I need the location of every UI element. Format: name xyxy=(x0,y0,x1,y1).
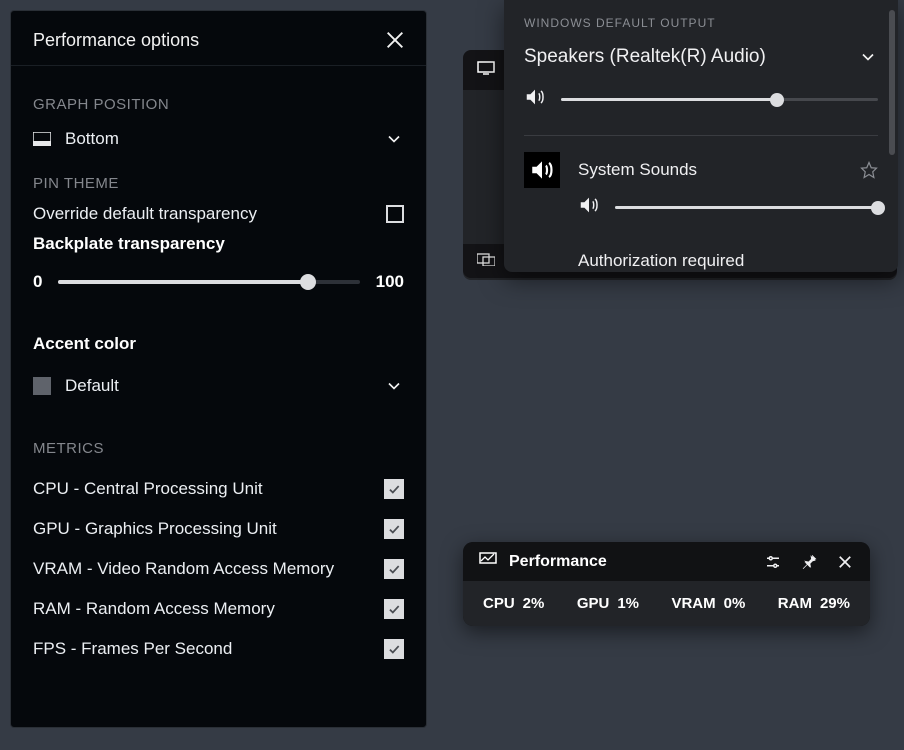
authorization-text: Authorization required xyxy=(524,221,878,271)
performance-icon xyxy=(479,552,497,571)
stat: RAM 29% xyxy=(778,595,850,612)
override-checkbox[interactable] xyxy=(386,205,404,223)
stat-label: VRAM xyxy=(671,595,715,612)
graph-position-value: Bottom xyxy=(65,129,119,149)
monitor-icon xyxy=(477,61,495,80)
stat-label: RAM xyxy=(778,595,812,612)
speaker-icon[interactable] xyxy=(524,86,546,113)
chevron-down-icon xyxy=(384,129,404,149)
color-swatch-icon xyxy=(33,377,51,395)
accent-color-value: Default xyxy=(65,376,119,396)
scrollbar[interactable] xyxy=(889,10,895,155)
perf-mini-title: Performance xyxy=(509,553,607,571)
system-sounds-icon xyxy=(524,152,560,188)
metric-label: RAM - Random Access Memory xyxy=(33,599,275,619)
app-volume-row xyxy=(524,194,878,221)
panel-body: GRAPH POSITION Bottom PIN THEME Override… xyxy=(11,66,426,669)
metric-row: CPU - Central Processing Unit xyxy=(33,469,404,509)
stat: VRAM 0% xyxy=(671,595,745,612)
chevron-down-icon xyxy=(858,47,878,67)
accent-color-dropdown[interactable]: Default xyxy=(33,372,404,400)
metrics-heading: METRICS xyxy=(33,440,404,457)
settings-sliders-icon[interactable] xyxy=(764,553,782,571)
graph-position-dropdown[interactable]: Bottom xyxy=(33,125,404,153)
stat-value: 0% xyxy=(724,595,746,612)
panel-header: Performance options xyxy=(11,11,426,66)
override-transparency-row: Override default transparency xyxy=(33,204,404,224)
metric-checkbox[interactable] xyxy=(384,479,404,499)
output-device-name: Speakers (Realtek(R) Audio) xyxy=(524,46,766,68)
perf-mini-header: Performance xyxy=(463,542,870,581)
chevron-down-icon xyxy=(384,376,404,396)
metric-checkbox[interactable] xyxy=(384,519,404,539)
stat-label: CPU xyxy=(483,595,515,612)
pin-theme-heading: PIN THEME xyxy=(33,175,404,192)
metric-checkbox[interactable] xyxy=(384,599,404,619)
accent-color-label: Accent color xyxy=(33,334,404,354)
app-volume-slider[interactable] xyxy=(615,206,878,209)
metric-label: FPS - Frames Per Second xyxy=(33,639,232,659)
graph-position-heading: GRAPH POSITION xyxy=(33,96,404,113)
metric-checkbox[interactable] xyxy=(384,559,404,579)
slider-max: 100 xyxy=(376,272,404,292)
metric-row: RAM - Random Access Memory xyxy=(33,589,404,629)
close-icon[interactable] xyxy=(384,29,406,51)
divider xyxy=(524,135,878,136)
stat-value: 29% xyxy=(820,595,850,612)
pin-icon[interactable] xyxy=(800,553,818,571)
backplate-slider[interactable] xyxy=(58,280,359,284)
metric-label: GPU - Graphics Processing Unit xyxy=(33,519,277,539)
app-sound-name: System Sounds xyxy=(578,160,697,180)
slider-thumb[interactable] xyxy=(300,274,316,290)
master-volume-slider[interactable] xyxy=(561,98,878,101)
stat-value: 1% xyxy=(617,595,639,612)
metric-row: FPS - Frames Per Second xyxy=(33,629,404,669)
audio-heading: WINDOWS DEFAULT OUTPUT xyxy=(524,0,878,30)
overlay-icon xyxy=(477,252,495,271)
panel-title: Performance options xyxy=(33,30,199,51)
stat-label: GPU xyxy=(577,595,610,612)
audio-panel: WINDOWS DEFAULT OUTPUT Speakers (Realtek… xyxy=(504,0,898,272)
metric-row: VRAM - Video Random Access Memory xyxy=(33,549,404,589)
perf-mini-stats: CPU 2% GPU 1% VRAM 0% RAM 29% xyxy=(463,581,870,626)
override-label: Override default transparency xyxy=(33,204,257,224)
close-icon[interactable] xyxy=(836,553,854,571)
star-icon[interactable] xyxy=(860,161,878,179)
stat: GPU 1% xyxy=(577,595,639,612)
performance-options-panel: Performance options GRAPH POSITION Botto… xyxy=(10,10,427,728)
metric-label: VRAM - Video Random Access Memory xyxy=(33,559,334,579)
output-device-dropdown[interactable]: Speakers (Realtek(R) Audio) xyxy=(524,40,878,80)
position-bottom-icon xyxy=(33,132,51,146)
slider-thumb[interactable] xyxy=(770,93,784,107)
performance-mini-panel: Performance CPU 2% GPU 1% VRAM 0% RAM 29% xyxy=(463,542,870,626)
speaker-icon[interactable] xyxy=(578,194,600,221)
metric-checkbox[interactable] xyxy=(384,639,404,659)
app-sound-row: System Sounds xyxy=(524,152,878,188)
stat-value: 2% xyxy=(523,595,545,612)
stat: CPU 2% xyxy=(483,595,544,612)
slider-min: 0 xyxy=(33,272,42,292)
master-volume-row xyxy=(524,80,878,135)
metric-row: GPU - Graphics Processing Unit xyxy=(33,509,404,549)
slider-thumb[interactable] xyxy=(871,201,885,215)
backplate-slider-row: 0 100 xyxy=(33,272,404,292)
backplate-label: Backplate transparency xyxy=(33,234,404,254)
metric-label: CPU - Central Processing Unit xyxy=(33,479,263,499)
